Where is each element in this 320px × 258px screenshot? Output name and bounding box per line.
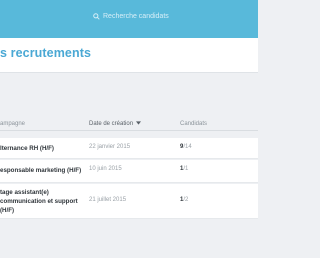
campaign-name[interactable]: lternance RH (H/F)	[0, 144, 80, 153]
page-title: s recrutements	[0, 46, 92, 60]
candidates-total: /2	[183, 197, 189, 203]
table-header-divider	[0, 130, 258, 131]
candidates-count: 1/1	[180, 166, 188, 172]
column-header-created[interactable]: Date de création	[89, 121, 141, 127]
table-header: ampagne Date de création Candidats	[0, 117, 258, 131]
creation-date: 10 juin 2015	[89, 166, 122, 172]
search-field[interactable]: Recherche candidats	[93, 13, 169, 20]
top-navigation-bar: Recherche candidats	[0, 0, 258, 38]
caret-down-icon	[135, 121, 141, 126]
search-placeholder: Recherche candidats	[103, 13, 169, 20]
table-row[interactable]: lternance RH (H/F) 22 janvier 2015 9/14	[0, 138, 258, 159]
creation-date: 22 janvier 2015	[89, 144, 131, 150]
column-header-created-label: Date de création	[89, 121, 134, 127]
campaign-name[interactable]: esponsable marketing (H/F)	[0, 166, 100, 175]
column-header-candidates[interactable]: Candidats	[180, 121, 207, 127]
column-header-campaign[interactable]: ampagne	[0, 121, 25, 127]
table-row[interactable]: tage assistant(e) communication et suppo…	[0, 184, 258, 219]
candidates-count: 1/2	[180, 197, 188, 203]
search-icon	[93, 13, 100, 20]
table-row[interactable]: esponsable marketing (H/F) 10 juin 2015 …	[0, 160, 258, 183]
candidates-total: /1	[183, 166, 189, 172]
title-bar: s recrutements	[0, 38, 258, 73]
campaign-name[interactable]: tage assistant(e) communication et suppo…	[0, 188, 80, 215]
candidates-count: 9/14	[180, 144, 192, 150]
creation-date: 21 juillet 2015	[89, 197, 127, 203]
candidates-total: /14	[183, 144, 192, 150]
